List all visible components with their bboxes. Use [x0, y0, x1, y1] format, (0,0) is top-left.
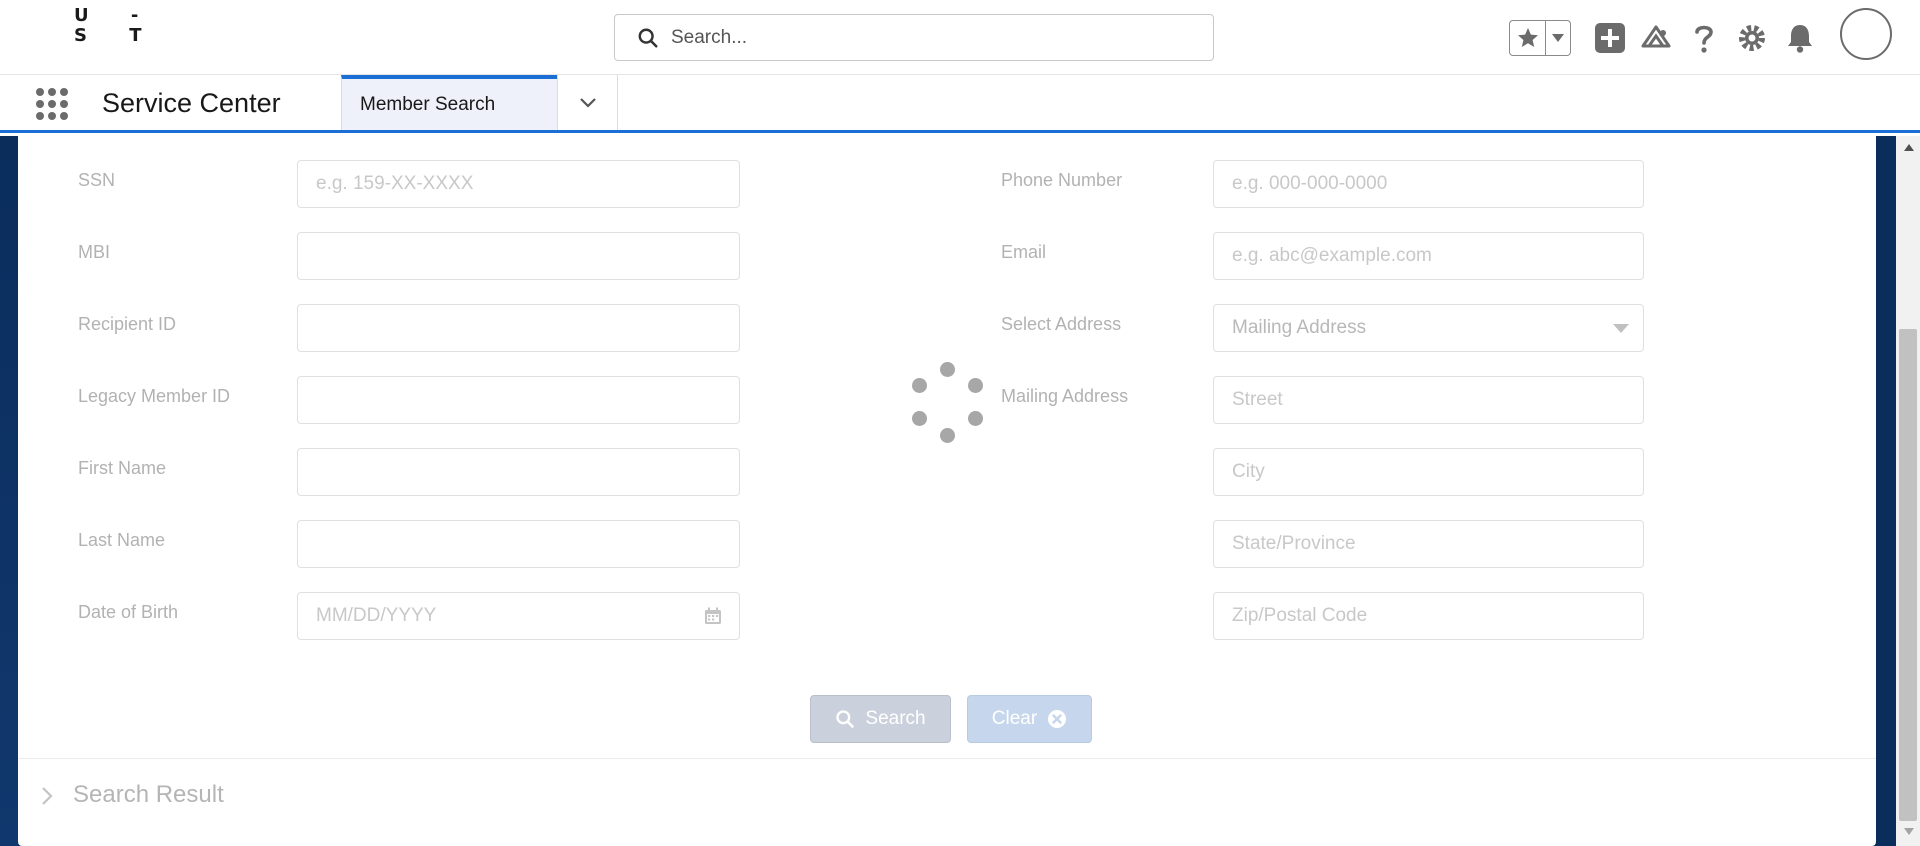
select-address-label: Select Address: [1001, 314, 1122, 334]
global-search-input[interactable]: [671, 26, 1191, 49]
vertical-scrollbar[interactable]: [1896, 136, 1920, 846]
date-of-birth-label: Date of Birth: [78, 602, 179, 622]
nav-menu-button[interactable]: [557, 75, 618, 130]
add-icon: [1595, 23, 1625, 53]
ssn-label: SSN: [78, 170, 116, 190]
email-label: Email: [1001, 242, 1047, 262]
mbi-label: MBI: [78, 242, 111, 262]
address-type-selected-value: Mailing Address: [1232, 317, 1367, 338]
mailing-address-label: Mailing Address: [1001, 386, 1129, 406]
chevron-down-icon: [1613, 324, 1629, 333]
recipient-id-label: Recipient ID: [78, 314, 177, 334]
last-name-input[interactable]: [297, 520, 740, 568]
last-name-label: Last Name: [78, 530, 166, 550]
chevron-down-icon: [1552, 34, 1564, 42]
search-button-label: Search: [865, 708, 926, 729]
search-icon: [836, 710, 855, 728]
notifications-button[interactable]: [1782, 20, 1818, 56]
trailhead-button[interactable]: [1638, 20, 1674, 56]
zip-postal-code-input[interactable]: [1213, 592, 1644, 640]
search-result-section[interactable]: Search Result: [18, 758, 1876, 834]
loading-spinner: [902, 356, 992, 446]
favorites-menu-button[interactable]: [1546, 21, 1570, 55]
scroll-up-arrow[interactable]: [1904, 144, 1914, 151]
trailhead-icon: [1641, 25, 1671, 48]
legacy-member-id-label: Legacy Member ID: [78, 386, 231, 406]
company-logo[interactable]: U - S T: [74, 6, 144, 50]
global-actions-button[interactable]: [1592, 20, 1628, 56]
global-search-box[interactable]: [614, 14, 1214, 61]
state-province-input[interactable]: [1213, 520, 1644, 568]
search-icon: [638, 28, 658, 48]
calendar-icon[interactable]: [704, 607, 722, 625]
setup-button[interactable]: [1734, 20, 1770, 56]
mbi-input[interactable]: [297, 232, 740, 280]
phone-number-label: Phone Number: [1001, 170, 1123, 190]
app-launcher-button[interactable]: [36, 88, 68, 120]
city-input[interactable]: [1213, 448, 1644, 496]
help-icon: [1695, 25, 1713, 53]
tab-member-search[interactable]: Member Search: [341, 75, 557, 130]
chevron-down-icon: [579, 97, 596, 108]
date-of-birth-field: [297, 592, 740, 640]
user-avatar[interactable]: [1840, 8, 1892, 60]
star-icon: [1517, 28, 1538, 47]
date-of-birth-input[interactable]: [297, 592, 740, 640]
notification-bell-icon: [1788, 25, 1812, 53]
search-result-title: Search Result: [73, 781, 224, 808]
scroll-down-arrow[interactable]: [1904, 828, 1914, 835]
first-name-label: First Name: [78, 458, 167, 478]
favorites-button-group: [1509, 20, 1571, 56]
global-header: U - S T: [0, 0, 1920, 75]
recipient-id-input[interactable]: [297, 304, 740, 352]
phone-number-input[interactable]: [1213, 160, 1644, 208]
search-button[interactable]: Search: [810, 695, 951, 743]
chevron-right-icon: [42, 787, 53, 805]
ssn-input[interactable]: [297, 160, 740, 208]
clear-button-label: Clear: [991, 708, 1038, 729]
street-input[interactable]: [1213, 376, 1644, 424]
email-input[interactable]: [1213, 232, 1644, 280]
app-name: Service Center: [102, 88, 281, 118]
app-nav-bar: Service Center Member Search: [0, 75, 1920, 133]
scroll-thumb[interactable]: [1899, 329, 1917, 821]
address-type-select[interactable]: Mailing Address: [1213, 304, 1644, 352]
setup-gear-icon: [1739, 25, 1765, 51]
first-name-input[interactable]: [297, 448, 740, 496]
close-circle-icon: [1048, 710, 1067, 728]
legacy-member-id-input[interactable]: [297, 376, 740, 424]
help-button[interactable]: [1686, 20, 1722, 56]
clear-button[interactable]: Clear: [967, 695, 1092, 743]
favorites-star-button[interactable]: [1510, 21, 1546, 55]
